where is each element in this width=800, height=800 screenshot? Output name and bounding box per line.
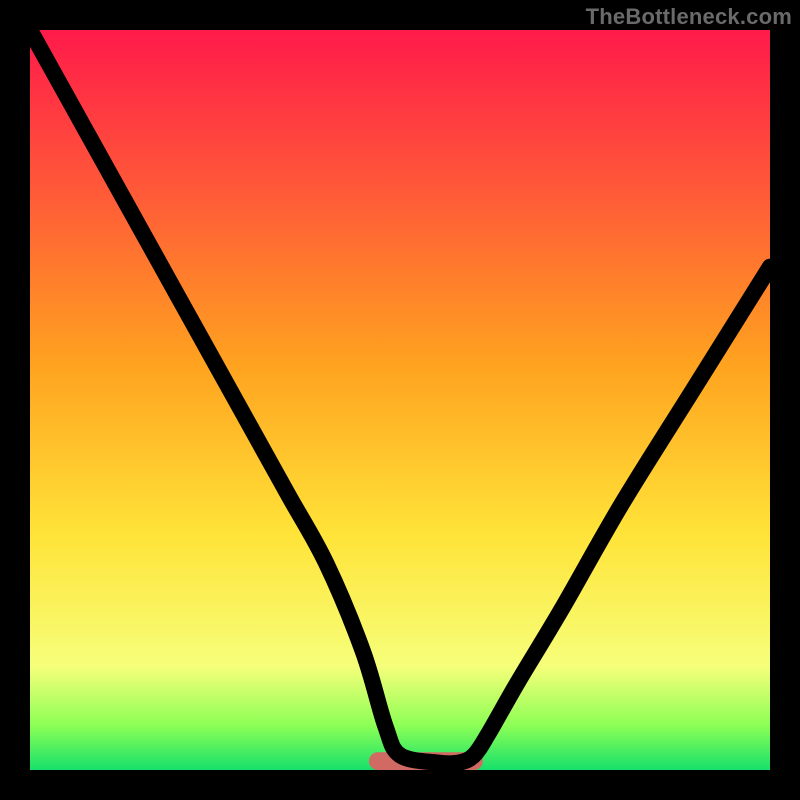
chart-frame: TheBottleneck.com [0, 0, 800, 800]
curve-layer [30, 30, 770, 770]
plot-area [30, 30, 770, 770]
bottleneck-curve [30, 30, 770, 764]
watermark-text: TheBottleneck.com [586, 4, 792, 30]
